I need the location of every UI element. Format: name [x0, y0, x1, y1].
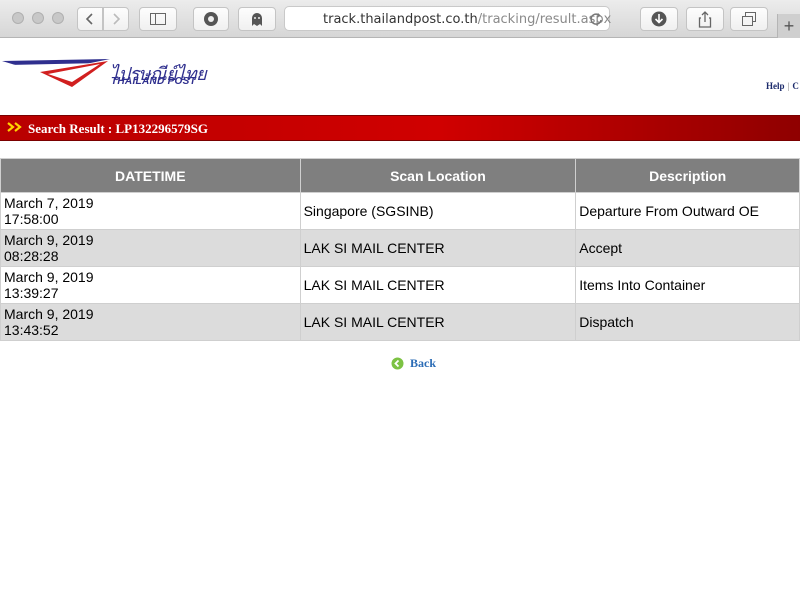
- new-tab-button[interactable]: +: [777, 14, 800, 38]
- location-cell: LAK SI MAIL CENTER: [299, 229, 577, 267]
- column-header-description: Description: [575, 158, 800, 193]
- datetime-cell: March 9, 2019 13:43:52: [0, 303, 301, 341]
- description-cell: Dispatch: [575, 303, 800, 341]
- search-result-title: Search Result : LP132296579SG: [28, 121, 208, 136]
- share-button[interactable]: [686, 7, 724, 31]
- location-cell: LAK SI MAIL CENTER: [299, 266, 577, 304]
- extension-button[interactable]: [193, 7, 229, 31]
- table-row: March 9, 2019 13:39:27 LAK SI MAIL CENTER…: [0, 266, 800, 304]
- address-bar[interactable]: track.thailandpost.co.th/tracking/result…: [284, 6, 612, 31]
- description-cell: Items Into Container: [575, 266, 800, 304]
- tabs-overview-button[interactable]: [730, 7, 768, 31]
- forward-nav-button[interactable]: [103, 7, 129, 31]
- logo-english-text: THAILAND POST: [111, 76, 197, 87]
- table-row: March 7, 2019 17:58:00 Singapore (SGSINB)…: [0, 192, 800, 230]
- sidebar-toggle-button[interactable]: [139, 7, 177, 31]
- contact-link[interactable]: C: [792, 81, 799, 91]
- zoom-window-button[interactable]: [52, 12, 64, 24]
- column-header-scan-location: Scan Location: [299, 158, 577, 193]
- browser-toolbar: track.thailandpost.co.th/tracking/result…: [0, 0, 800, 38]
- search-result-banner: Search Result : LP132296579SG: [0, 115, 800, 141]
- minimize-window-button[interactable]: [32, 12, 44, 24]
- reload-icon[interactable]: [589, 11, 603, 27]
- ghostery-button[interactable]: [238, 7, 276, 31]
- table-row: March 9, 2019 08:28:28 LAK SI MAIL CENTER…: [0, 229, 800, 267]
- description-cell: Accept: [575, 229, 800, 267]
- plus-icon: +: [783, 15, 795, 36]
- location-cell: Singapore (SGSINB): [299, 192, 577, 230]
- tracking-results-table: DATETIME Scan Location Description March…: [0, 158, 800, 341]
- sidebar-icon: [150, 13, 166, 25]
- datetime-cell: March 7, 2019 17:58:00: [0, 192, 301, 230]
- table-row: March 9, 2019 13:43:52 LAK SI MAIL CENTER…: [0, 303, 800, 341]
- tabs-icon: [742, 11, 756, 26]
- extension-globe-icon: [204, 12, 218, 26]
- datetime-cell: March 9, 2019 08:28:28: [0, 229, 301, 267]
- back-label: Back: [410, 356, 437, 370]
- header-links: Help | C: [766, 81, 799, 91]
- location-cell: LAK SI MAIL CENTER: [299, 303, 577, 341]
- url-text: track.thailandpost.co.th/tracking/result…: [323, 12, 612, 27]
- downloads-button[interactable]: [640, 7, 678, 31]
- ghost-icon: [252, 13, 262, 26]
- table-header-row: DATETIME Scan Location Description: [0, 158, 800, 193]
- back-nav-button[interactable]: [77, 7, 103, 31]
- close-window-button[interactable]: [12, 12, 24, 24]
- help-link[interactable]: Help: [766, 81, 785, 91]
- column-header-datetime: DATETIME: [0, 158, 301, 193]
- description-cell: Departure From Outward OE: [575, 192, 800, 230]
- back-link[interactable]: Back: [391, 356, 436, 371]
- chevron-right-icon: [113, 13, 121, 25]
- double-chevron-right-icon: [7, 122, 22, 132]
- link-separator: |: [787, 81, 790, 91]
- share-icon: [698, 10, 712, 28]
- download-icon: [651, 11, 667, 27]
- chevron-left-icon: [85, 13, 93, 25]
- datetime-cell: March 9, 2019 13:39:27: [0, 266, 301, 304]
- back-arrow-icon: [391, 357, 404, 370]
